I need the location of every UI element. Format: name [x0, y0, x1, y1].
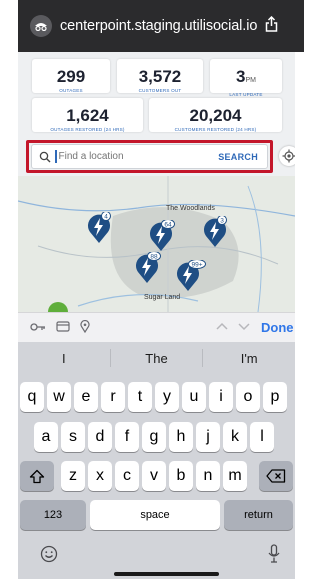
map-label-the-woodlands: The Woodlands — [166, 205, 215, 212]
key[interactable]: h — [169, 422, 193, 452]
stat-value: 20,204 — [189, 106, 242, 125]
svg-text:3: 3 — [220, 218, 224, 225]
predictive-text-bar: I The I'm — [18, 342, 295, 374]
suggestion-item[interactable]: I'm — [203, 351, 295, 366]
stat-value: 3,572 — [138, 67, 182, 86]
key[interactable]: x — [88, 461, 112, 491]
stat-value: 299 — [56, 67, 86, 86]
stat-last-update: 3PM LAST UPDATE — [210, 59, 282, 97]
delete-key[interactable] — [259, 461, 293, 491]
key[interactable]: w — [47, 382, 71, 412]
search-icon — [39, 151, 51, 162]
form-accessory-bar: Done — [18, 312, 295, 342]
numbers-key[interactable]: 123 — [20, 500, 86, 530]
outage-pin[interactable]: 88 — [134, 251, 162, 289]
key[interactable]: d — [88, 422, 112, 452]
key[interactable]: q — [20, 382, 44, 412]
stat-value: 1,624 — [66, 106, 109, 125]
key-icon[interactable] — [30, 321, 46, 335]
key[interactable]: r — [101, 382, 125, 412]
key[interactable]: s — [61, 422, 85, 452]
chevron-down-icon — [238, 323, 250, 331]
location-search-bar[interactable]: SEARCH — [31, 144, 268, 169]
key[interactable]: a — [34, 422, 58, 452]
stat-outages: 299 OUTAGES — [32, 59, 110, 93]
outage-pin[interactable]: 4 — [86, 211, 112, 249]
suggestion-item[interactable]: The — [111, 351, 203, 366]
field-navigation-arrows[interactable] — [215, 320, 253, 334]
shift-key[interactable] — [20, 461, 54, 491]
outage-pin[interactable]: 99+ — [175, 259, 207, 297]
stat-label: CUSTOMERS RESTORED (24 HRS) — [174, 127, 257, 132]
locate-me-icon[interactable] — [279, 146, 295, 166]
stat-label: OUTAGES RESTORED (24 HRS) — [50, 127, 125, 132]
outage-map-page: 299 OUTAGES 3,572 CUSTOMERS OUT 3PM LAST… — [18, 52, 295, 312]
key[interactable]: b — [169, 461, 193, 491]
key[interactable]: m — [223, 461, 247, 491]
incognito-icon — [30, 15, 52, 37]
emoji-icon[interactable] — [40, 545, 58, 568]
chevron-up-icon — [216, 322, 228, 330]
key[interactable]: c — [115, 461, 139, 491]
key[interactable]: z — [61, 461, 85, 491]
outage-map[interactable]: The Woodlands Sugar Land 4 64 3 88 99+ — [18, 176, 295, 312]
location-search-input[interactable] — [58, 151, 219, 162]
key[interactable]: p — [263, 382, 287, 412]
suggestion-item[interactable]: I — [18, 351, 110, 366]
stat-customers-out: 3,572 CUSTOMERS OUT — [117, 59, 203, 93]
key[interactable]: n — [196, 461, 220, 491]
svg-text:64: 64 — [164, 222, 172, 229]
home-indicator — [114, 572, 219, 576]
browser-address-bar[interactable]: centerpoint.staging.utilisocial.io — [18, 0, 304, 52]
microphone-icon[interactable] — [267, 544, 281, 569]
stat-label: CUSTOMERS OUT — [138, 88, 182, 93]
key[interactable]: j — [196, 422, 220, 452]
stat-outages-restored: 1,624 OUTAGES RESTORED (24 HRS) — [32, 98, 143, 132]
key[interactable]: v — [142, 461, 166, 491]
share-icon[interactable] — [265, 15, 278, 36]
stat-customers-restored: 20,204 CUSTOMERS RESTORED (24 HRS) — [149, 98, 282, 132]
credit-card-icon[interactable] — [56, 320, 70, 335]
key[interactable]: e — [74, 382, 98, 412]
svg-text:4: 4 — [104, 214, 108, 221]
stat-value: 3PM — [210, 67, 282, 91]
return-key[interactable]: return — [224, 500, 293, 530]
done-button[interactable]: Done — [261, 320, 294, 335]
shift-icon — [29, 469, 45, 483]
location-icon[interactable] — [80, 319, 90, 336]
stat-label: LAST UPDATE — [229, 92, 263, 97]
url-text: centerpoint.staging.utilisocial.io — [60, 18, 258, 34]
svg-text:99+: 99+ — [191, 262, 202, 269]
on-screen-keyboard: I The I'm q w e r t y u i o p a s d f g … — [18, 342, 295, 579]
svg-text:88: 88 — [150, 254, 158, 261]
search-button[interactable]: SEARCH — [218, 152, 258, 162]
key[interactable]: o — [236, 382, 260, 412]
stat-label: OUTAGES — [59, 88, 83, 93]
key[interactable]: l — [250, 422, 274, 452]
key[interactable]: y — [155, 382, 179, 412]
outage-pin[interactable]: 3 — [202, 215, 228, 253]
key[interactable]: g — [142, 422, 166, 452]
key[interactable]: k — [223, 422, 247, 452]
key[interactable]: u — [182, 382, 206, 412]
key[interactable]: i — [209, 382, 233, 412]
key[interactable]: f — [115, 422, 139, 452]
key[interactable]: t — [128, 382, 152, 412]
text-cursor — [55, 150, 57, 163]
backspace-icon — [266, 469, 286, 483]
space-key[interactable]: space — [90, 500, 220, 530]
stat-value-suffix: PM — [245, 77, 256, 84]
